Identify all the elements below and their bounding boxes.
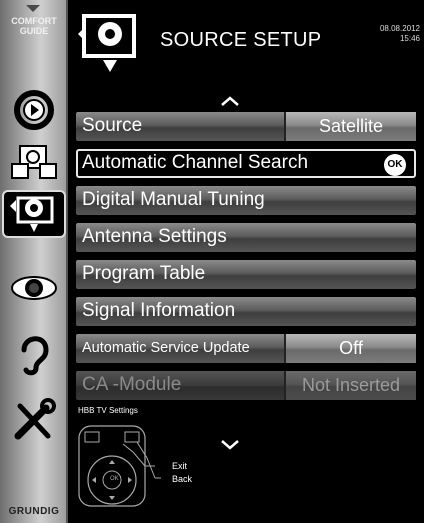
play-icon[interactable]	[6, 86, 62, 134]
time: 15:46	[399, 34, 420, 43]
menu-item-label: Automatic Channel Search	[82, 152, 309, 173]
service-update-value[interactable]: Off	[284, 334, 416, 363]
comfort-arrow-icon	[26, 5, 40, 12]
date: 08.08.2012	[379, 24, 420, 33]
ok-button[interactable]: OK	[384, 154, 406, 176]
comfort-line-2: GUIDE	[19, 26, 49, 36]
network-source-icon[interactable]	[6, 138, 62, 186]
menu-item-label: Source	[82, 115, 143, 136]
hbb-tv-settings-item[interactable]: HBB TV Settings	[78, 406, 138, 415]
menu-item-signal-information[interactable]: Signal Information	[76, 297, 416, 326]
menu-item-automatic-channel-search[interactable]: Automatic Channel Search OK	[76, 149, 416, 178]
menu-item-label: Automatic Service Update	[82, 340, 250, 356]
source-setup-header-icon	[76, 8, 140, 78]
eye-icon[interactable]	[6, 264, 62, 312]
menu-item-label: Antenna Settings	[82, 226, 227, 247]
exit-hint: Exit	[172, 461, 188, 471]
menu-item-digital-manual-tuning[interactable]: Digital Manual Tuning	[76, 186, 416, 215]
menu-item-antenna-settings[interactable]: Antenna Settings	[76, 223, 416, 252]
menu-item-program-table[interactable]: Program Table	[76, 260, 416, 289]
menu-item-source[interactable]: Source Satellite	[76, 112, 416, 141]
menu-item-label: Program Table	[82, 263, 206, 284]
menu-item-label: CA -Module	[82, 374, 182, 395]
remote-dpad-icon	[78, 425, 161, 507]
ear-icon[interactable]	[6, 330, 62, 378]
scroll-up-icon[interactable]	[220, 96, 240, 106]
menu-item-automatic-service-update[interactable]: Automatic Service Update Off	[76, 334, 416, 363]
menu-item-label: Digital Manual Tuning	[82, 189, 265, 210]
date-time: 08.08.2012 15:46	[380, 24, 420, 44]
ca-module-value: Not Inserted	[284, 371, 416, 400]
source-setup-icon[interactable]	[2, 190, 66, 238]
brand-logo: GRUNDIG	[8, 506, 60, 517]
remote-help: OK Exit Back	[75, 418, 225, 513]
comfort-guide[interactable]: COMFORT GUIDE	[0, 0, 68, 70]
comfort-guide-label: COMFORT GUIDE	[0, 16, 68, 36]
comfort-line-1: COMFORT	[11, 16, 57, 26]
tools-icon[interactable]	[6, 396, 62, 444]
ok-key-label: OK	[110, 476, 119, 482]
sidebar: COMFORT GUIDE GRUNDIG	[0, 0, 68, 523]
source-value[interactable]: Satellite	[284, 112, 416, 141]
menu-item-label: Signal Information	[82, 300, 236, 321]
header: SOURCE SETUP 08.08.2012 15:46	[68, 0, 424, 88]
back-hint: Back	[172, 474, 193, 484]
page-title: SOURCE SETUP	[160, 29, 322, 51]
menu-item-ca-module: CA -Module Not Inserted	[76, 371, 416, 400]
